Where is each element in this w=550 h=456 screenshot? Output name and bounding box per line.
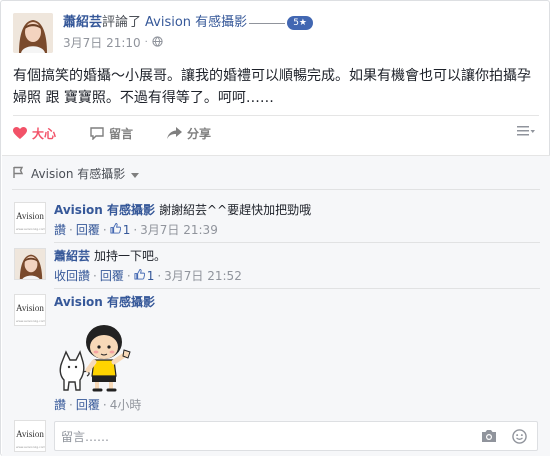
sort-menu-icon[interactable] (517, 125, 535, 139)
comment-input[interactable] (61, 428, 451, 445)
rating-badge: 5★ (287, 16, 313, 30)
page-flag-icon (12, 166, 25, 182)
comment-divider (54, 242, 540, 243)
comment-1-meta: 讚 · 回覆 · 1 · 3月7日 21:39 (54, 222, 218, 237)
comment-time[interactable]: 4小時 (110, 398, 142, 412)
rating-connector (249, 22, 286, 24)
like-count-value: 1 (122, 223, 131, 237)
like-count[interactable]: 1 (110, 222, 131, 237)
comment-avatar-brand[interactable]: Avision www.avisionzg.com (14, 294, 46, 326)
brand-logo-url: www.avisionzg.com (16, 319, 46, 323)
post-body: 有個搞笑的婚攝～小展哥。讓我的婚禮可以順暢完成。如果有機會也可以讓你拍攝孕婦照 … (13, 68, 531, 106)
meta-dot: · (133, 223, 138, 237)
unlike-link[interactable]: 收回讚 (54, 269, 90, 283)
reply-link[interactable]: 回覆 (100, 269, 124, 283)
like-count[interactable]: 1 (134, 268, 155, 283)
author-name[interactable]: 蕭紹芸 (63, 14, 102, 32)
post-header: 蕭紹芸 評論了 Avision 有感攝影 5★ (63, 14, 313, 32)
brand-logo-text: Avision (16, 211, 44, 221)
reply-link[interactable]: 回覆 (76, 398, 100, 412)
meta-dot: · (69, 223, 73, 237)
brand-logo-text: Avision (16, 303, 44, 313)
post-date[interactable]: 3月7日 21:10 (63, 34, 141, 51)
meta-dot: · (93, 269, 97, 283)
comment-text: 謝謝紹芸^^要趕快加把勁哦 (159, 203, 312, 217)
share-button[interactable]: 分享 (167, 125, 211, 142)
comment-avatar-brand[interactable]: Avision www.avisionzg.com (14, 202, 46, 234)
brand-logo-text: Avision (16, 429, 44, 439)
reply-link[interactable]: 回覆 (76, 223, 100, 237)
heart-icon (13, 126, 27, 140)
comment-avatar-user[interactable] (14, 248, 46, 280)
comment-3: Avision 有感攝影 (54, 294, 159, 310)
comment-text: 加持一下吧。 (94, 249, 167, 263)
emoji-icon[interactable] (512, 429, 527, 447)
sticker-image (54, 314, 144, 394)
review-verb: 評論了 (102, 15, 142, 30)
comment-composer (54, 421, 538, 451)
like-link[interactable]: 讚 (54, 398, 66, 412)
comments-divider (12, 189, 540, 190)
commenting-as-page: Avision 有感攝影 (31, 167, 126, 181)
love-reaction-button[interactable]: 大心 (13, 125, 56, 142)
comment-time[interactable]: 3月7日 21:52 (164, 269, 242, 283)
cat-sticker-part (59, 350, 90, 391)
dropdown-caret-icon (131, 167, 140, 181)
comment-author[interactable]: 蕭紹芸 (54, 249, 90, 263)
meta-separator: · (144, 37, 148, 48)
comment-2: 蕭紹芸 加持一下吧。 (54, 248, 166, 264)
page-name-link[interactable]: Avision 有感攝影 (145, 14, 247, 32)
comment-3-meta: 讚 · 回覆 · 4小時 (54, 398, 141, 412)
meta-dot: · (102, 223, 107, 237)
meta-dot: · (157, 269, 162, 283)
brand-logo-url: www.avisionzg.com (16, 227, 46, 231)
love-label: 大心 (32, 126, 57, 141)
camera-icon[interactable] (481, 429, 497, 446)
speech-bubble-icon (90, 126, 104, 140)
share-label: 分享 (187, 126, 212, 141)
actions-divider-top (13, 115, 539, 116)
globe-icon (152, 35, 163, 50)
comment-button[interactable]: 留言 (90, 125, 133, 142)
comment-1: Avision 有感攝影 謝謝紹芸^^要趕快加把勁哦 (54, 202, 311, 218)
share-arrow-icon (167, 127, 183, 139)
comment-label: 留言 (109, 126, 134, 141)
thumbs-up-icon (110, 222, 121, 237)
comment-2-meta: 收回讚 · 回覆 · 1 · 3月7日 21:52 (54, 268, 242, 283)
composer-avatar-brand: Avision www.avisionzg.com (14, 420, 46, 452)
comment-author[interactable]: Avision 有感攝影 (54, 295, 155, 309)
comments-section: Avision 有感攝影 Avision www.avisionzg.com A… (2, 155, 550, 456)
author-avatar[interactable] (13, 13, 53, 53)
post-actions: 大心 留言 分享 (13, 121, 539, 145)
meta-dot: · (69, 398, 73, 412)
like-link[interactable]: 讚 (54, 223, 66, 237)
brand-logo-url: www.avisionzg.com (16, 445, 46, 449)
thumbs-up-icon (134, 268, 145, 283)
comment-time[interactable]: 3月7日 21:39 (140, 223, 218, 237)
meta-dot: · (126, 269, 131, 283)
commenting-as-row[interactable]: Avision 有感攝影 (12, 165, 140, 182)
meta-dot: · (102, 398, 107, 412)
comment-divider (54, 288, 540, 289)
like-count-value: 1 (146, 269, 155, 283)
post-meta: 3月7日 21:10 · (63, 34, 163, 51)
comment-author[interactable]: Avision 有感攝影 (54, 203, 155, 217)
review-post-card: 蕭紹芸 評論了 Avision 有感攝影 5★ 3月7日 21:10 · 有個搞… (0, 0, 550, 456)
